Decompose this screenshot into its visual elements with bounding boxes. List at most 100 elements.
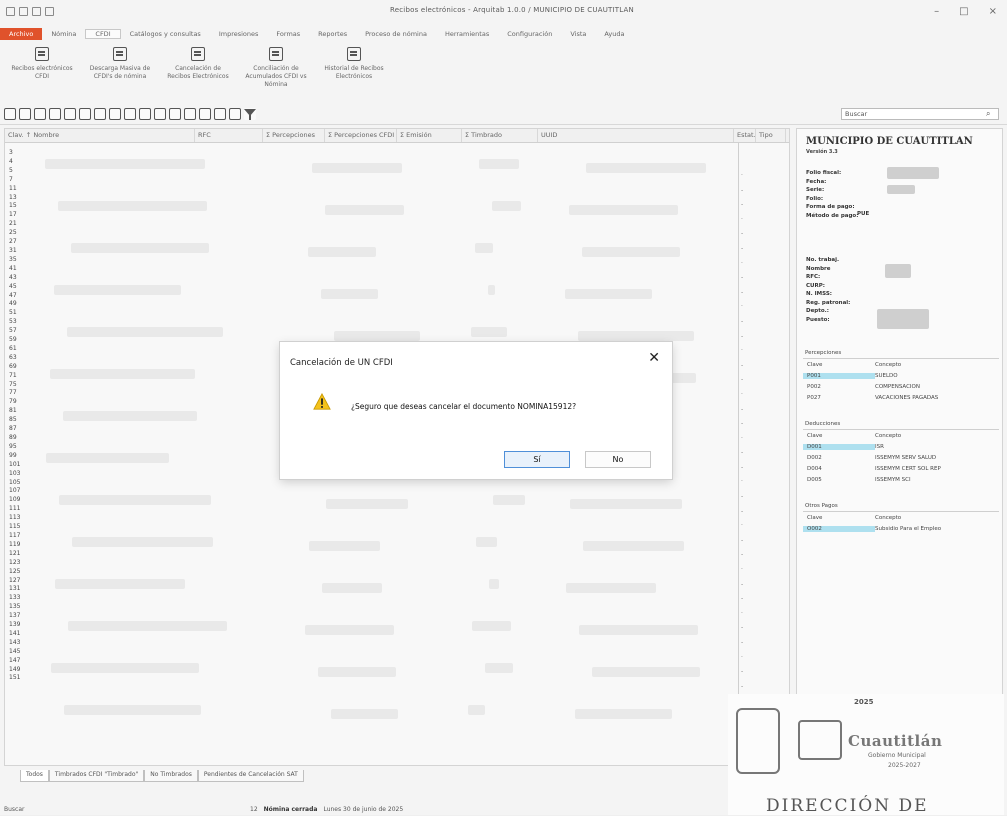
grid-row-content	[331, 709, 398, 719]
col-tipo[interactable]: Tipo	[756, 129, 786, 142]
cancelacion-label: Cancelación de Recibos Electrónicos	[167, 65, 229, 80]
grid-row-content	[479, 159, 519, 169]
calendar-icon[interactable]	[169, 107, 181, 120]
percepcion-row[interactable]: P001 SUELDO	[803, 370, 999, 381]
row-marker: -	[741, 507, 744, 515]
grid-row-content	[586, 163, 706, 173]
deduccion-row[interactable]: D001 ISR	[803, 441, 999, 452]
col-timbrado[interactable]: Σ Timbrado	[462, 129, 538, 142]
tab-herramientas[interactable]: Herramientas	[436, 30, 498, 38]
grid-row-content	[64, 705, 201, 715]
row-number: 27	[9, 238, 17, 246]
close-window-button[interactable]: ×	[989, 6, 997, 17]
row-number: 13	[9, 193, 17, 201]
grid-row-content	[59, 495, 211, 505]
help-icon[interactable]	[214, 107, 226, 120]
grid-row-content	[55, 579, 185, 589]
percepcion-row[interactable]: P027 VACACIONES PAGADAS	[803, 392, 999, 403]
search-icon[interactable]: ⌕	[986, 109, 996, 119]
layout-icon[interactable]	[229, 107, 241, 120]
printer-icon[interactable]	[184, 107, 196, 120]
deduccion-row[interactable]: D004 ISSEMYM CERT SOL REP	[803, 463, 999, 474]
row-marker: ·	[741, 215, 743, 223]
minimize-button[interactable]: –	[934, 6, 939, 17]
document-icon[interactable]	[154, 107, 166, 120]
yes-button[interactable]: Sí	[504, 451, 570, 468]
row-number: 53	[9, 318, 17, 326]
row-number: 105	[9, 478, 21, 486]
grid-icon[interactable]	[32, 6, 41, 16]
export-icon[interactable]	[19, 107, 31, 120]
grid-row-content	[63, 411, 197, 421]
tab-catalogos[interactable]: Catálogos y consultas	[121, 30, 210, 38]
col-clave[interactable]: Clav. ↑ Nombre	[5, 129, 195, 142]
find-icon[interactable]	[124, 107, 136, 120]
grid-row-content	[325, 205, 404, 215]
row-number: 41	[9, 264, 17, 272]
save-icon[interactable]	[19, 6, 28, 16]
col-estatus[interactable]: Estat.	[734, 129, 756, 142]
tab-reportes[interactable]: Reportes	[309, 30, 356, 38]
percepciones-section: Percepciones Clave Concepto P001 SUELDO P0…	[803, 348, 999, 403]
grid-row-content	[305, 625, 394, 635]
grid-row-content	[326, 499, 408, 509]
col-percepciones[interactable]: Σ Percepciones	[263, 129, 325, 142]
row-number: 89	[9, 434, 17, 441]
historial-label: Historial de Recibos Electrónicos	[324, 65, 384, 80]
grid-row-content	[582, 247, 680, 257]
col-percepciones-cfdi[interactable]: Σ Percepciones CFDI	[325, 129, 397, 142]
tab-todos[interactable]: Todos	[20, 770, 49, 782]
app-menu-icon[interactable]	[6, 6, 15, 16]
tab-configuracion[interactable]: Configuración	[498, 30, 561, 38]
col-emision[interactable]: Σ Emisión	[397, 129, 462, 142]
tab-vista[interactable]: Vista	[561, 30, 595, 38]
tab-cfdi[interactable]: CFDI	[85, 29, 121, 39]
historial-button[interactable]: Historial de Recibos Electrónicos	[320, 43, 388, 81]
logo-direccion: DIRECCIÓN DE	[766, 796, 929, 816]
refresh-icon[interactable]	[4, 107, 16, 120]
sort-icon[interactable]	[79, 107, 91, 120]
row-marker: ·	[741, 390, 743, 398]
row-number: 85	[9, 416, 17, 424]
search-input[interactable]: Buscar ⌕	[841, 108, 999, 120]
cancelacion-button[interactable]: Cancelación de Recibos Electrónicos	[164, 43, 232, 81]
percepcion-row[interactable]: P002 COMPENSACION	[803, 381, 999, 392]
row-number: 131	[9, 585, 21, 593]
deduccion-row[interactable]: D005 ISSEMYM SCI	[803, 474, 999, 485]
row-number: 109	[9, 496, 21, 504]
filter-icon[interactable]	[244, 107, 256, 120]
tab-archivo[interactable]: Archivo	[0, 28, 43, 40]
dialog-close-icon[interactable]: ✕	[648, 351, 660, 365]
sheet-icon[interactable]	[34, 107, 46, 120]
no-button[interactable]: No	[585, 451, 651, 468]
copy-icon[interactable]	[64, 107, 76, 120]
deduccion-row[interactable]: D002 ISSEMYM SERV SALUD	[803, 452, 999, 463]
grid-row-content	[71, 243, 209, 253]
conciliacion-button[interactable]: Conciliación de Acumulados CFDI vs Nómin…	[242, 43, 310, 89]
col-rfc[interactable]: RFC	[195, 129, 263, 142]
tab-nomina[interactable]: Nómina	[42, 30, 85, 38]
tab-pendientes[interactable]: Pendientes de Cancelación SAT	[197, 770, 304, 782]
tab-impresiones[interactable]: Impresiones	[210, 30, 268, 38]
otros-row[interactable]: O002 Subsidio Para el Empleo	[803, 523, 999, 534]
group-icon[interactable]	[109, 107, 121, 120]
recibos-button[interactable]: Recibos electrónicos CFDI	[8, 43, 76, 81]
columns-icon[interactable]	[139, 107, 151, 120]
print-icon[interactable]	[45, 6, 54, 16]
tab-ayuda[interactable]: Ayuda	[595, 30, 633, 38]
view-icon[interactable]	[94, 107, 106, 120]
col-uuid[interactable]: UUID	[538, 129, 734, 142]
dialog-message: ¿Seguro que deseas cancelar el documento…	[351, 402, 577, 411]
check-icon[interactable]	[49, 107, 61, 120]
row-marker: -	[741, 463, 744, 471]
row-number: 35	[9, 255, 17, 263]
maximize-button[interactable]: □	[959, 6, 968, 17]
tab-proceso[interactable]: Proceso de nómina	[356, 30, 436, 38]
tab-formas[interactable]: Formas	[267, 30, 309, 38]
descarga-button[interactable]: Descarga Masiva de CFDI's de nómina	[86, 43, 154, 81]
grid-row-content	[488, 285, 495, 295]
tab-no-timbrados[interactable]: No Timbrados	[144, 770, 198, 782]
tab-timbrados[interactable]: Timbrados CFDI "Timbrado"	[48, 770, 145, 782]
preview-icon[interactable]	[199, 107, 211, 120]
grid-row-content	[493, 495, 525, 505]
